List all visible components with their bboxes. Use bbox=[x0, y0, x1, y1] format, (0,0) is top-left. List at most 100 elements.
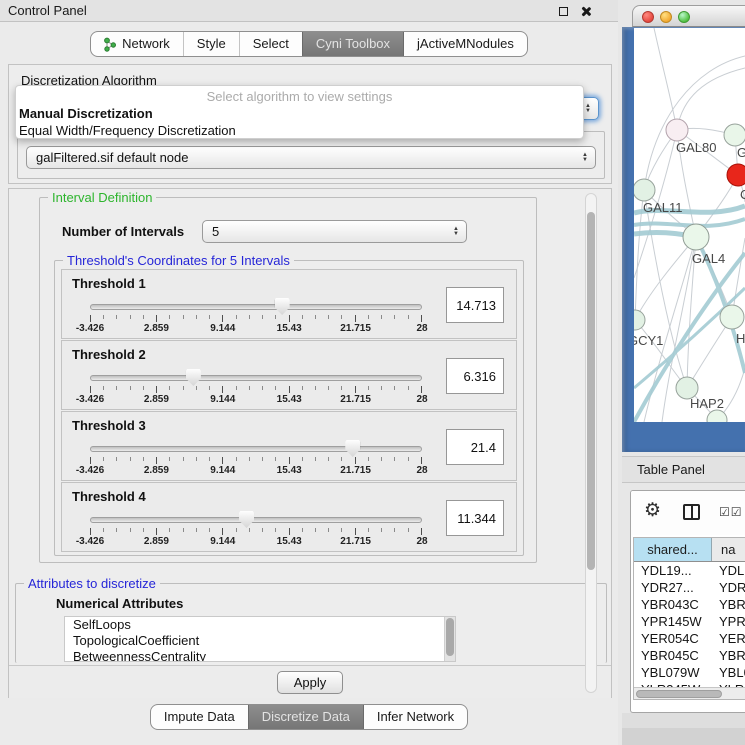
tick-mark bbox=[130, 315, 131, 319]
table-cell-shared-name[interactable]: YBL079W bbox=[634, 664, 712, 681]
threshold-panel: Threshold 2 -3.4262.8599.14415.4321.7152… bbox=[61, 340, 517, 410]
attributes-list-scroll-thumb[interactable] bbox=[446, 618, 454, 656]
network-window-titlebar[interactable] bbox=[632, 5, 745, 27]
threshold-value-field[interactable]: 14.713 bbox=[446, 287, 504, 323]
network-node-h[interactable] bbox=[720, 305, 744, 329]
tick-mark bbox=[183, 457, 184, 461]
table-cell-shared-name[interactable]: YBR045C bbox=[634, 647, 712, 664]
tab-jactivemnodules[interactable]: jActiveMNodules bbox=[403, 32, 527, 56]
attributes-group: Attributes to discretize Numerical Attri… bbox=[15, 583, 607, 663]
table-row[interactable]: YDR27... YDR2 bbox=[634, 579, 745, 596]
table-row[interactable]: YBR043C YBR0 bbox=[634, 596, 745, 613]
table-cell-name[interactable]: YPR1 bbox=[712, 613, 745, 630]
table-cell-shared-name[interactable]: YDL19... bbox=[634, 562, 712, 579]
slider-track[interactable] bbox=[90, 375, 422, 381]
tick-mark bbox=[249, 315, 250, 319]
gear-icon[interactable]: ⚙ bbox=[644, 501, 661, 521]
slider-thumb[interactable] bbox=[275, 298, 290, 315]
threshold-slider[interactable]: -3.4262.8599.14415.4321.71528 bbox=[90, 514, 422, 550]
table-data-select[interactable]: galFiltered.sif default node ▲▼ bbox=[26, 146, 596, 169]
table-cell-shared-name[interactable]: YPR145W bbox=[634, 613, 712, 630]
close-icon[interactable] bbox=[580, 5, 592, 17]
table-cell-name[interactable]: YBR0 bbox=[712, 647, 745, 664]
tick-mark bbox=[394, 457, 395, 461]
tab-select[interactable]: Select bbox=[239, 32, 302, 56]
tab-style[interactable]: Style bbox=[183, 32, 239, 56]
table-row[interactable]: YBR045C YBR0 bbox=[634, 647, 745, 664]
table-cell-name[interactable]: YDR2 bbox=[712, 579, 745, 596]
dropdown-option-manual[interactable]: Manual Discretization bbox=[16, 105, 583, 122]
threshold-slider[interactable]: -3.4262.8599.14415.4321.71528 bbox=[90, 372, 422, 408]
float-window-icon[interactable] bbox=[559, 7, 568, 16]
tick-label: 28 bbox=[416, 465, 427, 476]
thresholds-list: Threshold 1 -3.4262.8599.14415.4321.7152… bbox=[55, 269, 523, 552]
apply-button[interactable]: Apply bbox=[277, 671, 343, 694]
attribute-item-topologicalcoefficient[interactable]: TopologicalCoefficient bbox=[65, 633, 455, 649]
table-row[interactable]: YBL079W YBL0 bbox=[634, 664, 745, 681]
attribute-item-betweennesscentrality[interactable]: BetweennessCentrality bbox=[65, 649, 455, 662]
table-cell-shared-name[interactable]: YER054C bbox=[634, 630, 712, 647]
table-horizontal-scrollbar[interactable] bbox=[634, 687, 745, 699]
network-node-gal4[interactable] bbox=[683, 224, 709, 250]
network-canvas[interactable]: GAL80GCGAL11GAL4GCY1HHAP2 bbox=[634, 28, 745, 422]
settings-section: Interval Definition Number of Intervals … bbox=[8, 188, 612, 698]
slider-track[interactable] bbox=[90, 304, 422, 310]
tick-mark bbox=[368, 315, 369, 319]
threshold-value-field[interactable]: 21.4 bbox=[446, 429, 504, 465]
table-cell-name[interactable]: YER0 bbox=[712, 630, 745, 647]
numerical-attributes-list[interactable]: SelfLoopsTopologicalCoefficientBetweenne… bbox=[64, 616, 456, 662]
columns-icon[interactable] bbox=[683, 504, 700, 520]
mac-minimize-button[interactable] bbox=[660, 11, 672, 23]
table-panel-toolbar: ⚙ ☑☑ bbox=[631, 491, 745, 535]
number-of-intervals-select[interactable]: 5 ▲▼ bbox=[202, 220, 467, 243]
network-node-g[interactable] bbox=[724, 124, 745, 146]
table-row[interactable]: YDL19... YDL1 bbox=[634, 562, 745, 579]
tab-infer-network[interactable]: Infer Network bbox=[363, 705, 467, 729]
slider-track[interactable] bbox=[90, 517, 422, 523]
table-row[interactable]: YPR145W YPR1 bbox=[634, 613, 745, 630]
interval-definition-title: Interval Definition bbox=[48, 190, 156, 205]
table-cell-shared-name[interactable]: YDR27... bbox=[634, 579, 712, 596]
slider-track[interactable] bbox=[90, 446, 422, 452]
table-cell-name[interactable]: YBL0 bbox=[712, 664, 745, 681]
attributes-list-scrollbar[interactable] bbox=[444, 617, 455, 661]
tab-cyni-toolbox[interactable]: Cyni Toolbox bbox=[302, 32, 403, 56]
table-cell-name[interactable]: YDL1 bbox=[712, 562, 745, 579]
slider-thumb[interactable] bbox=[345, 440, 360, 457]
tick-mark bbox=[408, 386, 409, 390]
mac-close-button[interactable] bbox=[642, 11, 654, 23]
network-node-c[interactable] bbox=[727, 164, 745, 186]
network-node-gcy1[interactable] bbox=[634, 310, 645, 330]
tick-mark bbox=[103, 457, 104, 461]
table-cell-name[interactable]: YBR0 bbox=[712, 596, 745, 613]
settings-scroll-thumb[interactable] bbox=[587, 212, 595, 570]
dropdown-option-equal-width[interactable]: Equal Width/Frequency Discretization bbox=[16, 122, 583, 139]
threshold-slider[interactable]: -3.4262.8599.14415.4321.71528 bbox=[90, 443, 422, 479]
threshold-value-field[interactable]: 11.344 bbox=[446, 500, 504, 536]
checkboxes-icon[interactable]: ☑☑ bbox=[719, 505, 743, 519]
tab-impute-data[interactable]: Impute Data bbox=[151, 705, 248, 729]
table-hscroll-thumb[interactable] bbox=[636, 690, 722, 698]
attribute-item-selfloops[interactable]: SelfLoops bbox=[65, 617, 455, 633]
threshold-panel: Threshold 3 -3.4262.8599.14415.4321.7152… bbox=[61, 411, 517, 481]
column-header-name[interactable]: na bbox=[712, 538, 745, 561]
threshold-slider[interactable]: -3.4262.8599.14415.4321.71528 bbox=[90, 301, 422, 337]
bottom-tab-bar: Impute DataDiscretize DataInfer Network bbox=[0, 704, 618, 730]
tick-mark bbox=[262, 386, 263, 390]
slider-thumb[interactable] bbox=[186, 369, 201, 386]
table-row[interactable]: YER054C YER0 bbox=[634, 630, 745, 647]
number-of-intervals-value: 5 bbox=[212, 224, 219, 239]
tab-network[interactable]: Network bbox=[91, 32, 183, 56]
tab-discretize-data[interactable]: Discretize Data bbox=[248, 705, 363, 729]
column-header-shared-name[interactable]: shared... bbox=[634, 538, 712, 561]
mac-zoom-button[interactable] bbox=[678, 11, 690, 23]
settings-scrollbar[interactable] bbox=[585, 193, 597, 693]
network-node-gal11[interactable] bbox=[634, 179, 655, 201]
network-node-gal80[interactable] bbox=[666, 119, 688, 141]
threshold-value-field[interactable]: 6.316 bbox=[446, 358, 504, 394]
tick-mark bbox=[275, 528, 276, 532]
table-cell-shared-name[interactable]: YBR043C bbox=[634, 596, 712, 613]
network-node-label: GCY1 bbox=[634, 333, 663, 348]
slider-thumb[interactable] bbox=[239, 511, 254, 528]
tick-mark bbox=[394, 315, 395, 319]
